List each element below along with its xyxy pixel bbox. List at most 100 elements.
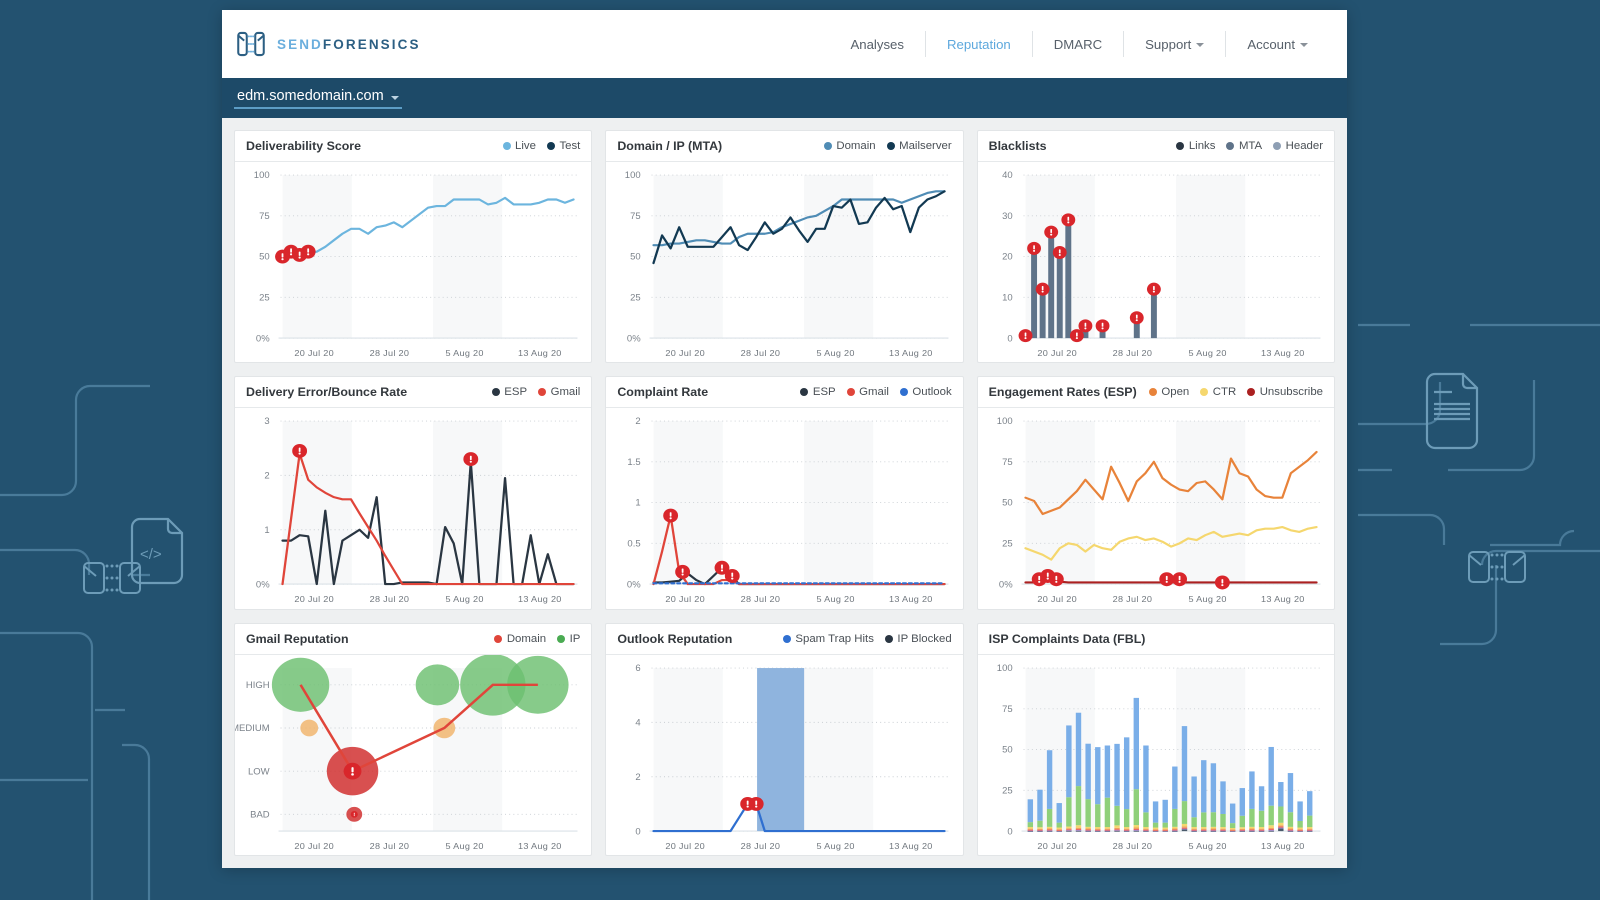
stacked-bar-segment[interactable] xyxy=(1171,766,1178,809)
stacked-bar-segment[interactable] xyxy=(1248,771,1255,809)
stacked-bar-segment[interactable] xyxy=(1297,828,1303,830)
stacked-bar-segment[interactable] xyxy=(1191,776,1197,817)
alert-marker-icon[interactable] xyxy=(675,565,691,580)
stacked-bar-segment[interactable] xyxy=(1171,828,1178,830)
stacked-bar-segment[interactable] xyxy=(1104,828,1110,830)
stacked-bar-segment[interactable] xyxy=(1056,802,1062,823)
stacked-bar-segment[interactable] xyxy=(1056,827,1062,829)
stacked-bar-segment[interactable] xyxy=(1065,827,1072,829)
stacked-bar-segment[interactable] xyxy=(1133,827,1139,829)
alert-marker-icon[interactable] xyxy=(1043,225,1058,239)
stacked-bar-segment[interactable] xyxy=(1200,812,1207,827)
domain-selector[interactable]: edm.somedomain.com xyxy=(234,87,402,109)
nav-item-analyses[interactable]: Analyses xyxy=(829,31,925,57)
legend-item-live[interactable]: Live xyxy=(502,140,536,152)
stacked-bar-segment[interactable] xyxy=(1277,781,1284,807)
stacked-bar-segment[interactable] xyxy=(1133,824,1139,828)
stacked-bar-segment[interactable] xyxy=(1239,815,1245,827)
alert-marker-icon[interactable] xyxy=(1214,575,1230,590)
stacked-bar-segment[interactable] xyxy=(1133,829,1139,831)
legend-item-gmail[interactable]: Gmail xyxy=(846,386,889,398)
stacked-bar-segment[interactable] xyxy=(1075,712,1081,786)
stacked-bar-segment[interactable] xyxy=(1094,803,1101,827)
reputation-bubble[interactable] xyxy=(300,719,319,737)
stacked-bar-segment[interactable] xyxy=(1287,829,1293,831)
nav-item-support[interactable]: Support xyxy=(1123,31,1225,57)
stacked-bar-segment[interactable] xyxy=(1248,829,1255,831)
stacked-bar-segment[interactable] xyxy=(1287,828,1293,830)
stacked-bar-segment[interactable] xyxy=(1258,829,1264,831)
stacked-bar-segment[interactable] xyxy=(1258,810,1264,827)
stacked-bar-segment[interactable] xyxy=(1162,822,1168,828)
stacked-bar-segment[interactable] xyxy=(1142,828,1149,830)
nav-item-account[interactable]: Account xyxy=(1225,31,1329,57)
legend-item-outlook[interactable]: Outlook xyxy=(899,386,952,398)
legend-item-unsubscribe[interactable]: Unsubscribe xyxy=(1247,386,1323,398)
stacked-bar-segment[interactable] xyxy=(1181,823,1187,827)
stacked-bar-segment[interactable] xyxy=(1085,826,1091,829)
stacked-bar-segment[interactable] xyxy=(1056,822,1062,828)
stacked-bar-segment[interactable] xyxy=(1094,826,1101,829)
stacked-bar-segment[interactable] xyxy=(1210,811,1216,827)
stacked-bar-segment[interactable] xyxy=(1229,827,1236,829)
stacked-bar-segment[interactable] xyxy=(1210,762,1216,812)
stacked-bar-segment[interactable] xyxy=(1268,824,1274,828)
stacked-bar-segment[interactable] xyxy=(1133,697,1139,789)
stacked-bar-segment[interactable] xyxy=(1046,808,1052,827)
stacked-bar-segment[interactable] xyxy=(1287,772,1293,812)
stacked-bar-segment[interactable] xyxy=(1065,725,1072,797)
stacked-bar-segment[interactable] xyxy=(1219,828,1226,830)
stacked-bar-segment[interactable] xyxy=(1113,805,1120,826)
stacked-bar-segment[interactable] xyxy=(1248,808,1255,827)
stacked-bar-segment[interactable] xyxy=(1094,828,1101,830)
stacked-bar-segment[interactable] xyxy=(1219,826,1226,829)
stacked-bar-segment[interactable] xyxy=(1036,828,1043,830)
stacked-bar-segment[interactable] xyxy=(1085,743,1091,799)
alert-marker-icon[interactable] xyxy=(725,569,741,584)
stacked-bar-segment[interactable] xyxy=(1239,787,1245,816)
alert-marker-icon[interactable] xyxy=(343,762,362,780)
stacked-bar-segment[interactable] xyxy=(1200,829,1207,831)
bar[interactable] xyxy=(1030,248,1037,339)
stacked-bar-segment[interactable] xyxy=(1085,829,1091,831)
legend-item-test[interactable]: Test xyxy=(546,140,580,152)
stacked-bar-segment[interactable] xyxy=(1258,785,1264,811)
stacked-bar-segment[interactable] xyxy=(1094,829,1101,831)
stacked-bar-segment[interactable] xyxy=(1027,826,1033,829)
legend-item-ip-blocked[interactable]: IP Blocked xyxy=(884,633,952,645)
legend-item-domain[interactable]: Domain xyxy=(494,633,546,645)
stacked-bar-segment[interactable] xyxy=(1113,743,1120,806)
alert-marker-icon[interactable] xyxy=(1052,245,1067,260)
stacked-bar-segment[interactable] xyxy=(1191,816,1197,827)
stacked-bar-segment[interactable] xyxy=(1268,828,1274,830)
stacked-bar-segment[interactable] xyxy=(1104,745,1110,798)
stacked-bar-segment[interactable] xyxy=(1181,800,1187,824)
stacked-bar-segment[interactable] xyxy=(1152,827,1158,829)
stacked-bar-segment[interactable] xyxy=(1219,813,1226,827)
nav-item-reputation[interactable]: Reputation xyxy=(924,31,1032,57)
legend-item-header[interactable]: Header xyxy=(1273,140,1323,152)
stacked-bar-segment[interactable] xyxy=(1152,801,1158,823)
stacked-bar-segment[interactable] xyxy=(1094,746,1101,804)
stacked-bar-segment[interactable] xyxy=(1142,826,1149,829)
legend-item-spam-trap-hits[interactable]: Spam Trap Hits xyxy=(782,633,874,645)
stacked-bar-segment[interactable] xyxy=(1219,781,1226,814)
stacked-bar-segment[interactable] xyxy=(1268,805,1274,825)
stacked-bar-segment[interactable] xyxy=(1287,826,1293,829)
stacked-bar-segment[interactable] xyxy=(1181,725,1187,801)
stacked-bar-segment[interactable] xyxy=(1200,826,1207,829)
stacked-bar-segment[interactable] xyxy=(1258,828,1264,830)
stacked-bar-segment[interactable] xyxy=(1075,829,1081,831)
stacked-bar-segment[interactable] xyxy=(1191,829,1197,831)
stacked-bar-segment[interactable] xyxy=(1277,824,1284,827)
legend-item-open[interactable]: Open xyxy=(1148,386,1189,398)
stacked-bar-segment[interactable] xyxy=(1191,828,1197,830)
stacked-bar-segment[interactable] xyxy=(1123,828,1130,830)
stacked-bar-segment[interactable] xyxy=(1142,812,1149,827)
stacked-bar-segment[interactable] xyxy=(1297,827,1303,829)
stacked-bar-segment[interactable] xyxy=(1219,829,1226,831)
stacked-bar-segment[interactable] xyxy=(1306,790,1313,816)
stacked-bar-segment[interactable] xyxy=(1181,827,1187,829)
stacked-bar-segment[interactable] xyxy=(1162,799,1168,823)
stacked-bar-segment[interactable] xyxy=(1027,829,1033,831)
